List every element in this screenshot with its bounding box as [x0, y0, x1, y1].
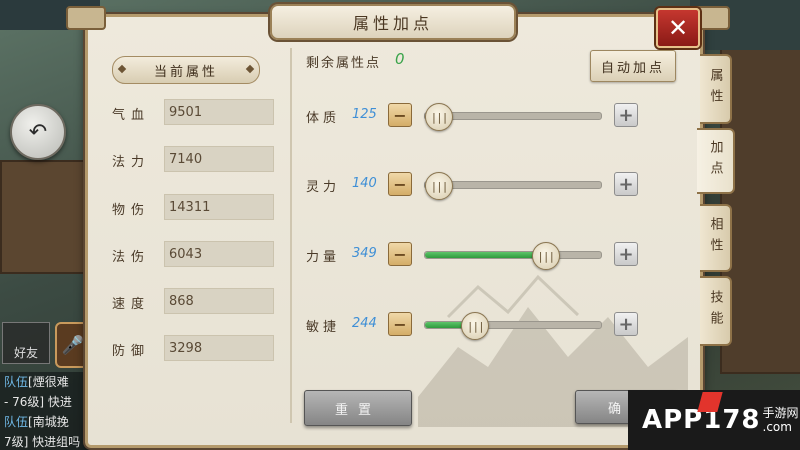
minus-icon: −	[393, 105, 407, 125]
slider-thumb[interactable]: |||	[531, 242, 560, 270]
slider-value: 125	[352, 107, 377, 122]
slider-row-constitution: 体质 125 − ||| +	[306, 101, 642, 131]
auto-allocate-button[interactable]: 自动加点	[590, 50, 676, 82]
attr-row-defense: 防御 3298	[112, 335, 274, 363]
reset-label: 重置	[334, 402, 381, 418]
slider-thumb[interactable]: |||	[461, 312, 490, 340]
attr-label: 防御	[112, 344, 151, 359]
tab-affinity[interactable]: 相性	[700, 204, 732, 272]
tab-skills[interactable]: 技能	[700, 276, 732, 346]
chat-line: 队伍[煙很难	[4, 375, 69, 389]
slider-label: 体质	[306, 111, 341, 126]
attr-value: 7140	[164, 146, 274, 172]
tab-attributes[interactable]: 属性	[700, 54, 732, 124]
plus-icon: +	[618, 104, 634, 126]
tab-label: 加点	[707, 140, 723, 182]
decrease-button[interactable]: −	[388, 103, 412, 127]
decrease-button[interactable]: −	[388, 172, 412, 196]
corner-ornament	[66, 6, 106, 30]
plus-icon: +	[618, 313, 634, 335]
panel-title: 属性加点	[270, 4, 516, 40]
decrease-button[interactable]: −	[388, 312, 412, 336]
slider-row-agility: 敏捷 244 − ||| +	[306, 310, 642, 340]
confirm-label: 确	[608, 401, 622, 417]
increase-button[interactable]: +	[614, 172, 638, 196]
minus-icon: −	[393, 314, 407, 334]
friend-button-label: 好友	[13, 346, 38, 360]
attr-label: 气血	[112, 108, 151, 123]
tab-label: 属性	[707, 68, 723, 110]
attr-value: 6043	[164, 241, 274, 267]
attr-label: 法力	[112, 155, 151, 170]
slider-thumb[interactable]: |||	[425, 172, 453, 200]
reset-button[interactable]: 重置	[304, 390, 412, 426]
close-icon: ✕	[667, 14, 689, 42]
slider-track[interactable]: |||	[424, 172, 602, 200]
remaining-points-value: 0	[395, 50, 405, 68]
attr-row-phys-dmg: 物伤 14311	[112, 194, 274, 222]
slider-track[interactable]: |||	[424, 312, 602, 340]
slider-label: 灵力	[306, 180, 341, 195]
back-button[interactable]: ↶	[10, 104, 66, 160]
decrease-button[interactable]: −	[388, 242, 412, 266]
attr-row-hp: 气血 9501	[112, 99, 274, 127]
friend-button[interactable]: 好友	[2, 322, 50, 364]
increase-button[interactable]: +	[614, 103, 638, 127]
remaining-points-label: 剩余属性点	[306, 56, 382, 71]
chat-line: - 76级] 快进	[4, 395, 72, 409]
minus-icon: −	[393, 244, 407, 264]
attr-row-speed: 速度 868	[112, 288, 274, 316]
slider-fill	[425, 252, 545, 258]
plus-icon: +	[618, 173, 634, 195]
back-arrow-icon: ↶	[28, 119, 48, 145]
chat-line: 队伍[南城挽	[4, 415, 69, 429]
plus-icon: +	[618, 243, 634, 265]
chat-line: 7级] 快进组吗	[4, 435, 81, 449]
attr-value: 868	[164, 288, 274, 314]
close-button[interactable]: ✕	[656, 8, 700, 48]
section-header-text: 当前属性	[153, 64, 218, 80]
slider-thumb[interactable]: |||	[425, 103, 453, 131]
tab-allocate[interactable]: 加点	[697, 128, 735, 194]
slider-row-strength: 力量 349 − ||| +	[306, 240, 642, 270]
minus-icon: −	[393, 174, 407, 194]
attr-value: 14311	[164, 194, 274, 220]
attr-value: 9501	[164, 99, 274, 125]
slider-label: 力量	[306, 250, 341, 265]
slider-row-spirit: 灵力 140 − ||| +	[306, 170, 642, 200]
slider-label: 敏捷	[306, 320, 341, 335]
auto-allocate-label: 自动加点	[600, 60, 665, 76]
slider-value: 349	[352, 246, 377, 261]
panel-title-text: 属性加点	[352, 14, 433, 33]
tab-label: 相性	[707, 217, 723, 259]
slider-value: 244	[352, 316, 377, 331]
slider-track[interactable]: |||	[424, 103, 602, 131]
chat-box[interactable]: 队伍[煙很难 - 76级] 快进 队伍[南城挽 7级] 快进组吗	[0, 372, 95, 450]
increase-button[interactable]: +	[614, 312, 638, 336]
increase-button[interactable]: +	[614, 242, 638, 266]
attr-row-magic-dmg: 法伤 6043	[112, 241, 274, 269]
microphone-icon: 🎤	[61, 334, 85, 356]
slider-track[interactable]: |||	[424, 242, 602, 270]
attr-label: 法伤	[112, 250, 151, 265]
watermark-sub: 手游网 .com	[762, 406, 799, 434]
attr-label: 速度	[112, 297, 151, 312]
attr-value: 3298	[164, 335, 274, 361]
attr-label: 物伤	[112, 203, 151, 218]
column-divider	[290, 48, 292, 423]
attr-row-mp: 法力 7140	[112, 146, 274, 174]
slider-value: 140	[352, 176, 377, 191]
current-attributes-header: 当前属性	[112, 56, 260, 84]
tab-label: 技能	[707, 290, 723, 332]
